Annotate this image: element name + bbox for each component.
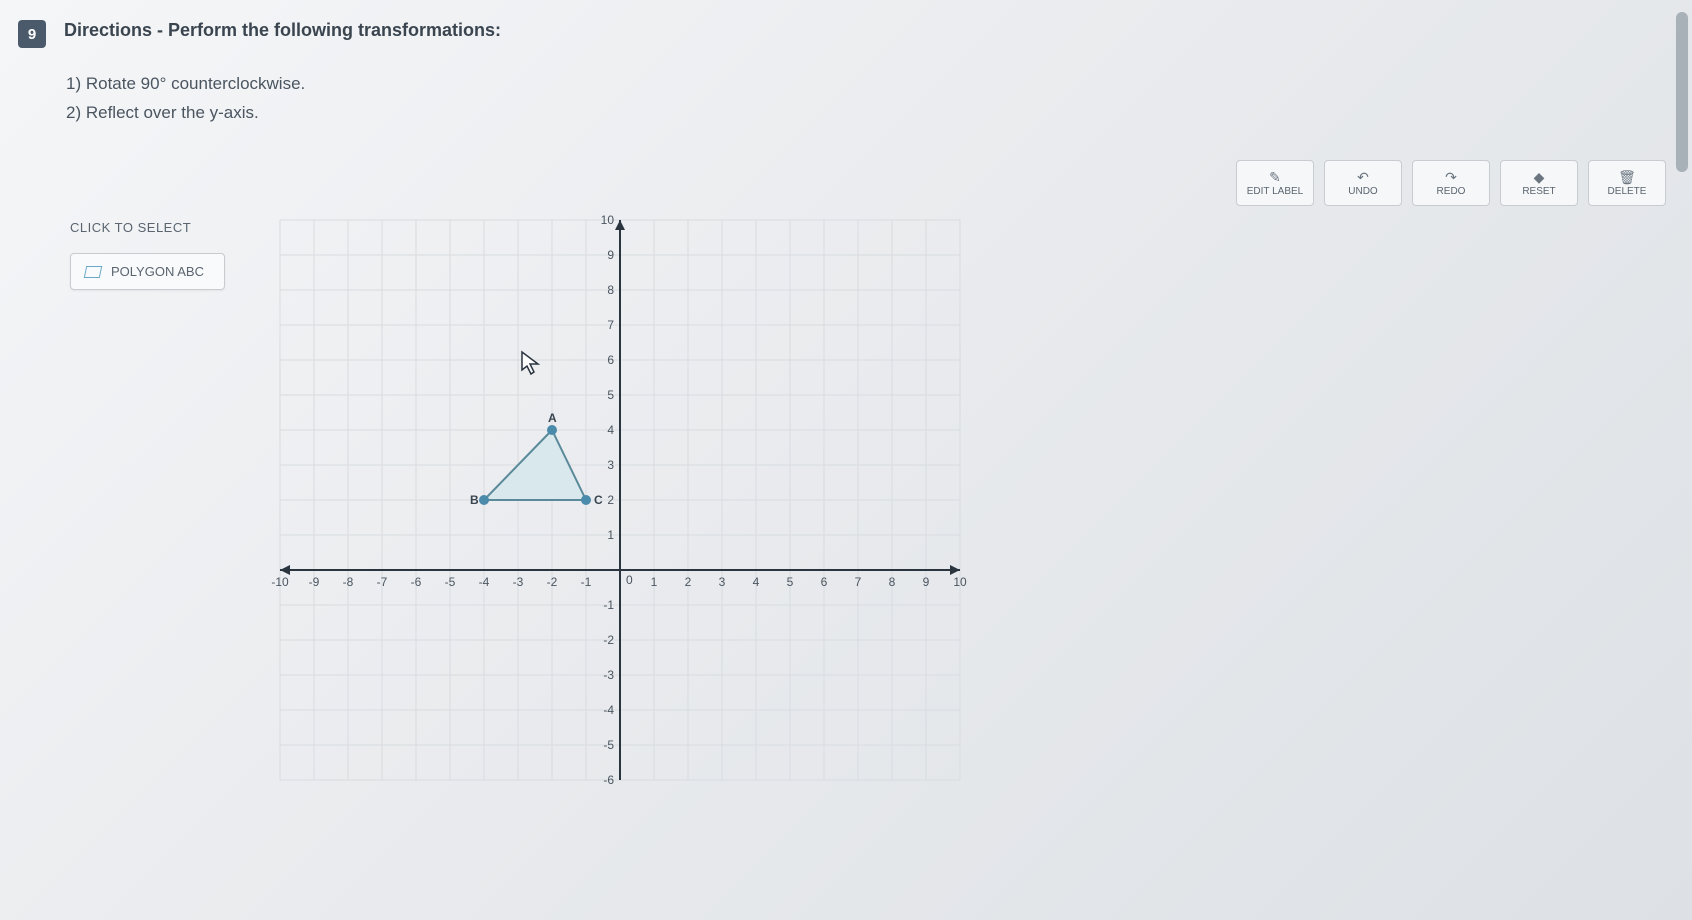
polygon-abc-button[interactable]: POLYGON ABC	[70, 253, 225, 290]
svg-text:-9: -9	[309, 575, 320, 589]
redo-button[interactable]: ↷ REDO	[1412, 160, 1490, 206]
svg-text:2: 2	[607, 493, 614, 507]
svg-text:9: 9	[923, 575, 930, 589]
svg-text:5: 5	[787, 575, 794, 589]
svg-text:-10: -10	[271, 575, 289, 589]
svg-text:6: 6	[607, 353, 614, 367]
svg-text:7: 7	[855, 575, 862, 589]
pencil-icon: ✎	[1269, 170, 1281, 184]
svg-text:-3: -3	[513, 575, 524, 589]
svg-text:-5: -5	[445, 575, 456, 589]
polygon-icon	[84, 266, 103, 278]
trash-icon: 🗑	[1618, 170, 1636, 184]
svg-text:0: 0	[626, 573, 633, 587]
vertex-b[interactable]	[479, 495, 489, 505]
transformation-steps: 1) Rotate 90° counterclockwise. 2) Refle…	[66, 70, 1692, 128]
click-to-select-label: CLICK TO SELECT	[70, 220, 225, 235]
svg-text:3: 3	[607, 458, 614, 472]
svg-text:4: 4	[607, 423, 614, 437]
vertex-c[interactable]	[581, 495, 591, 505]
reset-icon: ◆	[1534, 170, 1545, 184]
svg-text:10: 10	[953, 575, 967, 589]
svg-text:7: 7	[607, 318, 614, 332]
svg-text:-6: -6	[411, 575, 422, 589]
coordinate-graph[interactable]: -10-9-8-7-6-5-4-3-2-1012345678910-6-5-4-…	[260, 210, 980, 790]
svg-text:-4: -4	[479, 575, 490, 589]
svg-text:3: 3	[719, 575, 726, 589]
delete-button[interactable]: 🗑 DELETE	[1588, 160, 1666, 206]
cursor-icon	[520, 350, 542, 376]
undo-icon: ↶	[1357, 170, 1369, 184]
svg-text:10: 10	[601, 213, 615, 227]
svg-text:5: 5	[607, 388, 614, 402]
svg-text:8: 8	[607, 283, 614, 297]
svg-text:6: 6	[821, 575, 828, 589]
svg-text:-1: -1	[581, 575, 592, 589]
svg-text:-8: -8	[343, 575, 354, 589]
directions-text: Directions - Perform the following trans…	[64, 20, 501, 41]
svg-text:4: 4	[753, 575, 760, 589]
svg-text:-5: -5	[603, 738, 614, 752]
svg-text:-1: -1	[603, 598, 614, 612]
vertex-label-a: A	[548, 411, 557, 425]
svg-text:1: 1	[651, 575, 658, 589]
step-2: 2) Reflect over the y-axis.	[66, 99, 1692, 128]
step-1: 1) Rotate 90° counterclockwise.	[66, 70, 1692, 99]
svg-text:-4: -4	[603, 703, 614, 717]
redo-icon: ↷	[1445, 170, 1457, 184]
vertex-label-c: C	[594, 493, 603, 507]
svg-text:-7: -7	[377, 575, 388, 589]
svg-text:-2: -2	[547, 575, 558, 589]
graph-toolbar: ✎ EDIT LABEL ↶ UNDO ↷ REDO ◆ RESET 🗑 DEL…	[1236, 160, 1666, 206]
svg-text:1: 1	[607, 528, 614, 542]
vertex-label-b: B	[470, 493, 479, 507]
question-number: 9	[18, 20, 46, 48]
vertex-a[interactable]	[547, 425, 557, 435]
undo-button[interactable]: ↶ UNDO	[1324, 160, 1402, 206]
svg-text:2: 2	[685, 575, 692, 589]
svg-text:-2: -2	[603, 633, 614, 647]
svg-text:9: 9	[607, 248, 614, 262]
edit-label-button[interactable]: ✎ EDIT LABEL	[1236, 160, 1314, 206]
svg-text:-6: -6	[603, 773, 614, 787]
reset-button[interactable]: ◆ RESET	[1500, 160, 1578, 206]
svg-text:-3: -3	[603, 668, 614, 682]
svg-text:8: 8	[889, 575, 896, 589]
vertical-scrollbar[interactable]	[1676, 12, 1688, 172]
